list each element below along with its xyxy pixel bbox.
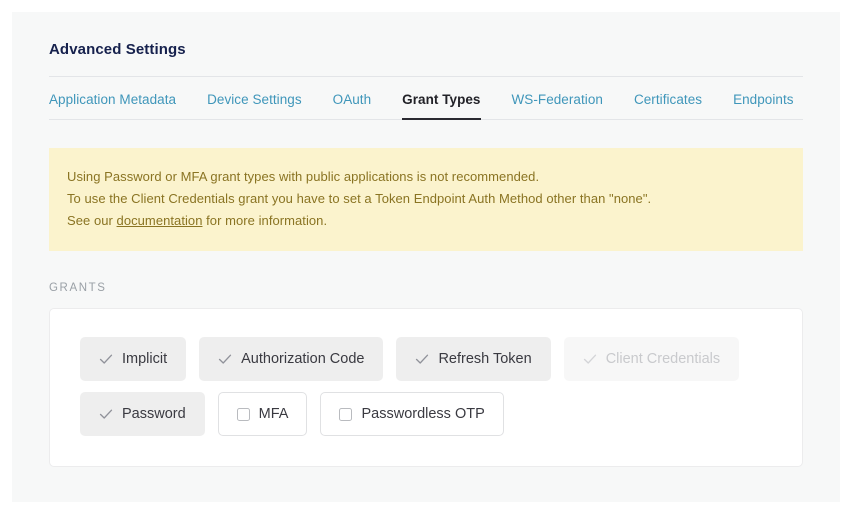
page-title: Advanced Settings (49, 41, 186, 58)
tab-ws-federation[interactable]: WS-Federation (512, 77, 603, 120)
grant-chip-label: Refresh Token (438, 351, 532, 367)
grant-chip-label: Passwordless OTP (361, 406, 485, 422)
checkbox-empty-icon (236, 407, 250, 421)
check-icon (218, 352, 232, 366)
tab-label: Certificates (633, 92, 703, 107)
tab-oauth[interactable]: OAuth (333, 77, 372, 120)
grants-section-label: GRANTS (49, 282, 107, 294)
check-icon (583, 352, 597, 366)
grant-chip-client-credentials: Client Credentials (563, 337, 740, 381)
banner-line-1: Using Password or MFA grant types with p… (67, 169, 540, 184)
check-icon (99, 407, 113, 421)
grant-chip-label: Implicit (122, 351, 168, 367)
banner-line-3: See our documentation for more informati… (67, 210, 785, 232)
tab-application-metadata[interactable]: Application Metadata (49, 77, 176, 120)
tab-label: Endpoints (733, 92, 794, 107)
check-icon (99, 352, 113, 366)
documentation-link[interactable]: documentation (117, 213, 203, 228)
grant-chip-authorization-code[interactable]: Authorization Code (199, 337, 384, 381)
grant-chip-refresh-token[interactable]: Refresh Token (396, 337, 551, 381)
tab-certificates[interactable]: Certificates (634, 77, 702, 120)
grant-chip-label: Authorization Code (241, 351, 365, 367)
grant-chip-password[interactable]: Password (80, 392, 205, 436)
tab-label: Grant Types (402, 92, 481, 107)
tab-device-settings[interactable]: Device Settings (207, 77, 302, 120)
tab-label: Application Metadata (49, 92, 177, 107)
grants-card: Implicit Authorization Code Refresh Token C… (49, 308, 803, 467)
grant-chip-label: Password (122, 406, 186, 422)
tab-endpoints[interactable]: Endpoints (733, 77, 794, 120)
tab-label: Device Settings (207, 92, 302, 107)
grant-chip-label: Client Credentials (605, 351, 721, 367)
tab-label: WS-Federation (511, 92, 603, 107)
grant-chip-mfa[interactable]: MFA (217, 392, 308, 436)
banner-line-2: To use the Client Credentials grant you … (67, 191, 652, 206)
tab-grant-types[interactable]: Grant Types (402, 77, 481, 120)
grant-chip-implicit[interactable]: Implicit (80, 337, 187, 381)
warning-banner: Using Password or MFA grant types with p… (49, 148, 803, 251)
tab-label: OAuth (332, 92, 372, 107)
banner-line-3-prefix: See our (67, 213, 117, 228)
settings-tabs: Application Metadata Device Settings OAuth… (49, 77, 803, 120)
grant-chip-label: MFA (258, 406, 289, 422)
check-icon (415, 352, 429, 366)
grants-row: Password MFA Passwordless OTP (80, 392, 772, 436)
grant-chip-passwordless-otp[interactable]: Passwordless OTP (320, 392, 504, 436)
checkbox-empty-icon (339, 407, 353, 421)
grants-row: Implicit Authorization Code Refresh Token C… (80, 337, 772, 381)
banner-line-3-suffix: for more information. (202, 213, 328, 228)
advanced-settings-panel: Advanced Settings Application Metadata De… (12, 12, 840, 502)
